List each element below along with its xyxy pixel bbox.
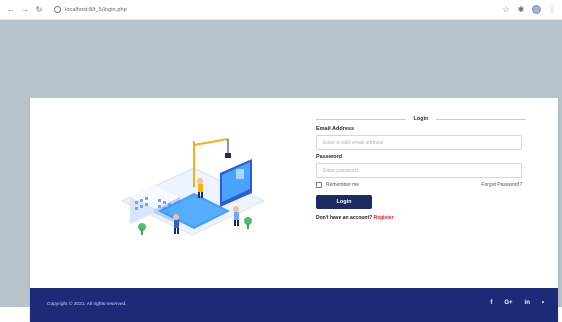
address-bar[interactable]: localhost:8/t_5/login.php [54,4,127,16]
site-info-icon[interactable] [54,6,61,13]
remember-label: Remember me [326,182,360,188]
linkedin-icon[interactable]: in [525,300,530,306]
back-arrow-icon[interactable]: ← [6,5,16,15]
url-text[interactable]: localhost:8/t_5/login.php [65,7,127,13]
browser-toolbar: ← → ↻ localhost:8/t_5/login.php ☆ ✱ ⋮ [0,0,562,20]
remember-me[interactable]: Remember me [316,182,359,188]
login-form: Login Email Address Enter a valid email … [316,113,526,221]
remember-checkbox[interactable] [316,182,322,188]
google-plus-icon[interactable]: G+ [504,300,512,306]
login-illustration [120,138,266,236]
profile-avatar[interactable] [532,5,541,14]
footer: Copyright © 2021. All rights reserved. f… [30,288,558,322]
no-account-line: Don't have an account? Register [316,215,526,221]
forward-arrow-icon[interactable]: → [20,5,30,15]
email-label: Email Address [316,126,355,132]
browser-actions: ☆ ✱ ⋮ [502,5,556,14]
copyright-text: Copyright © 2021. All rights reserved. [47,302,127,307]
remember-forgot-row: Remember me Forgot Password? [316,182,522,188]
star-icon[interactable]: ☆ [502,5,510,14]
login-button[interactable]: Login [316,195,372,209]
email-placeholder: Enter a valid email address [323,139,384,146]
password-label: Password [316,154,342,160]
login-heading: Login [316,113,526,125]
reload-icon[interactable]: ↻ [34,5,44,15]
no-account-text: Don't have an account? [316,215,373,221]
email-field[interactable]: Enter a valid email address [316,135,522,150]
login-title: Login [413,116,429,122]
extensions-icon[interactable]: ✱ [517,5,525,14]
social-links: f G+ in • [490,300,544,306]
password-field[interactable]: Enter password [316,163,522,178]
login-button-label: Login [336,199,352,205]
twitter-icon[interactable]: • [542,300,544,306]
password-placeholder: Enter password [323,167,358,174]
menu-icon[interactable]: ⋮ [548,5,556,14]
forgot-password-link[interactable]: Forgot Password? [481,182,522,188]
page-background: Login Email Address Enter a valid email … [0,20,562,322]
facebook-icon[interactable]: f [490,300,492,306]
register-link[interactable]: Register [374,215,394,221]
